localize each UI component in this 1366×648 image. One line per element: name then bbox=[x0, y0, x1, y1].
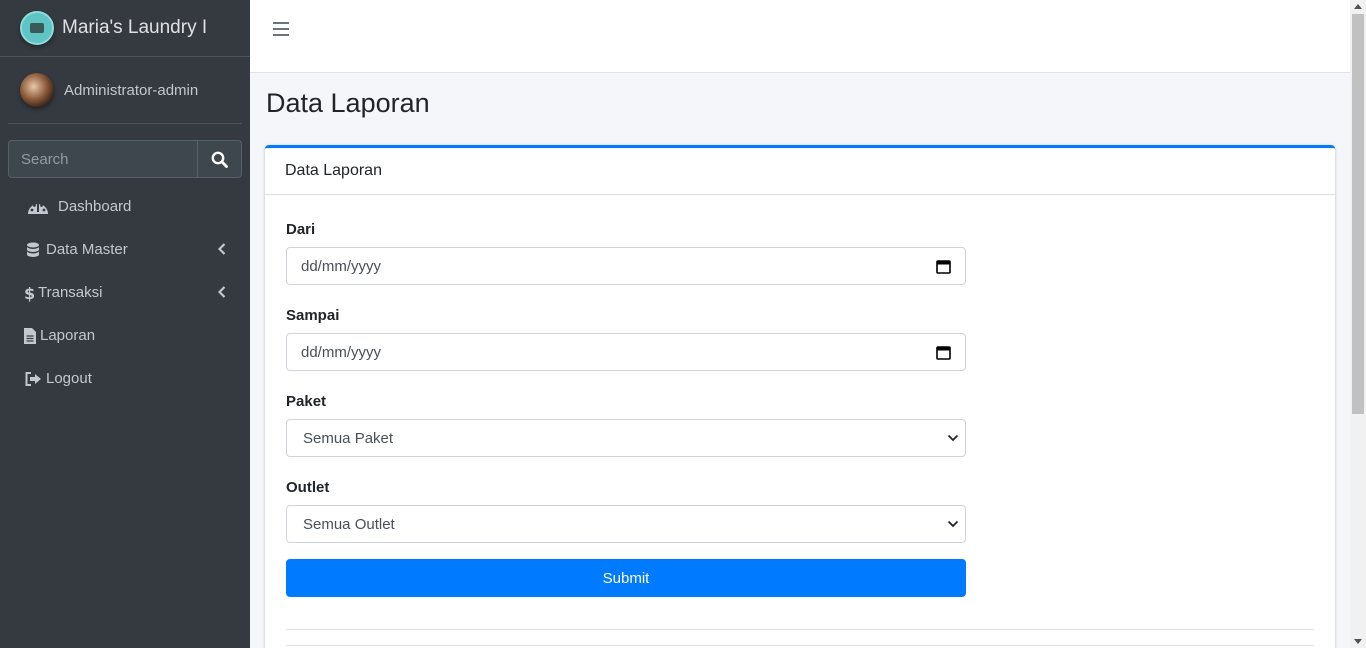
sidebar-item-data-master[interactable]: Data Master bbox=[8, 228, 242, 271]
sidebar-nav: Dashboard Data Master $ Transaksi Lapora… bbox=[8, 185, 242, 400]
dollar-icon: $ bbox=[24, 284, 34, 302]
scroll-down-icon[interactable] bbox=[1354, 639, 1362, 644]
sidebar: Maria's Laundry I Administrator-admin Se… bbox=[0, 0, 250, 648]
sidebar-item-laporan[interactable]: Laporan bbox=[8, 314, 242, 357]
user-panel[interactable]: Administrator-admin bbox=[8, 57, 242, 124]
sidebar-item-dashboard[interactable]: Dashboard bbox=[8, 185, 242, 228]
database-icon bbox=[24, 241, 42, 259]
submit-button[interactable]: Submit bbox=[286, 559, 966, 597]
brand-name: Maria's Laundry I bbox=[62, 17, 208, 38]
page-scrollbar[interactable] bbox=[1350, 0, 1366, 648]
sidebar-item-label: Logout bbox=[46, 370, 92, 387]
sidebar-item-transaksi[interactable]: $ Transaksi bbox=[8, 271, 242, 314]
card-title: Data Laporan bbox=[265, 148, 1335, 195]
calendar-icon[interactable] bbox=[936, 345, 951, 360]
sidebar-search bbox=[8, 140, 242, 178]
avatar bbox=[20, 73, 54, 107]
outlet-label: Outlet bbox=[286, 479, 330, 496]
svg-text:$: $ bbox=[24, 284, 34, 302]
chevron-down-icon bbox=[947, 434, 959, 442]
menu-toggle-icon[interactable] bbox=[273, 21, 289, 37]
dari-label: Dari bbox=[286, 221, 316, 238]
sampai-date-value: dd/mm/yyyy bbox=[301, 343, 382, 361]
tachometer-icon bbox=[26, 198, 50, 216]
sidebar-item-label: Transaksi bbox=[38, 284, 103, 301]
chevron-down-icon bbox=[947, 520, 959, 528]
search-input[interactable] bbox=[8, 140, 197, 178]
dari-date-input[interactable]: dd/mm/yyyy bbox=[286, 247, 966, 285]
page-title: Data Laporan bbox=[266, 88, 430, 118]
chevron-left-icon bbox=[218, 243, 226, 255]
sidebar-item-label: Dashboard bbox=[58, 198, 132, 215]
sidebar-item-label: Laporan bbox=[40, 327, 96, 344]
dari-date-value: dd/mm/yyyy bbox=[301, 257, 382, 275]
brand-logo bbox=[20, 11, 54, 45]
top-navbar bbox=[250, 0, 1350, 73]
search-icon bbox=[211, 151, 228, 168]
report-table bbox=[286, 645, 1314, 647]
outlet-selected-value: Semua Outlet bbox=[303, 515, 395, 533]
brand-link[interactable]: Maria's Laundry I bbox=[0, 0, 250, 57]
report-card: Data Laporan Dari dd/mm/yyyy Sampai dd/m… bbox=[265, 145, 1335, 648]
sidebar-item-logout[interactable]: Logout bbox=[8, 357, 242, 400]
scroll-up-icon[interactable] bbox=[1354, 4, 1362, 9]
calendar-icon[interactable] bbox=[936, 259, 951, 274]
search-button[interactable] bbox=[197, 140, 242, 178]
divider bbox=[286, 629, 1314, 630]
sidebar-item-label: Data Master bbox=[46, 241, 128, 258]
outlet-select[interactable]: Semua Outlet bbox=[286, 505, 966, 543]
sampai-label: Sampai bbox=[286, 307, 340, 324]
paket-selected-value: Semua Paket bbox=[303, 429, 394, 447]
file-icon bbox=[24, 327, 36, 345]
sampai-date-input[interactable]: dd/mm/yyyy bbox=[286, 333, 966, 371]
user-name[interactable]: Administrator-admin bbox=[64, 82, 198, 99]
sign-out-icon bbox=[24, 370, 42, 388]
chevron-left-icon bbox=[218, 286, 226, 298]
paket-select[interactable]: Semua Paket bbox=[286, 419, 966, 457]
scrollbar-thumb[interactable] bbox=[1352, 14, 1364, 414]
paket-label: Paket bbox=[286, 393, 327, 410]
